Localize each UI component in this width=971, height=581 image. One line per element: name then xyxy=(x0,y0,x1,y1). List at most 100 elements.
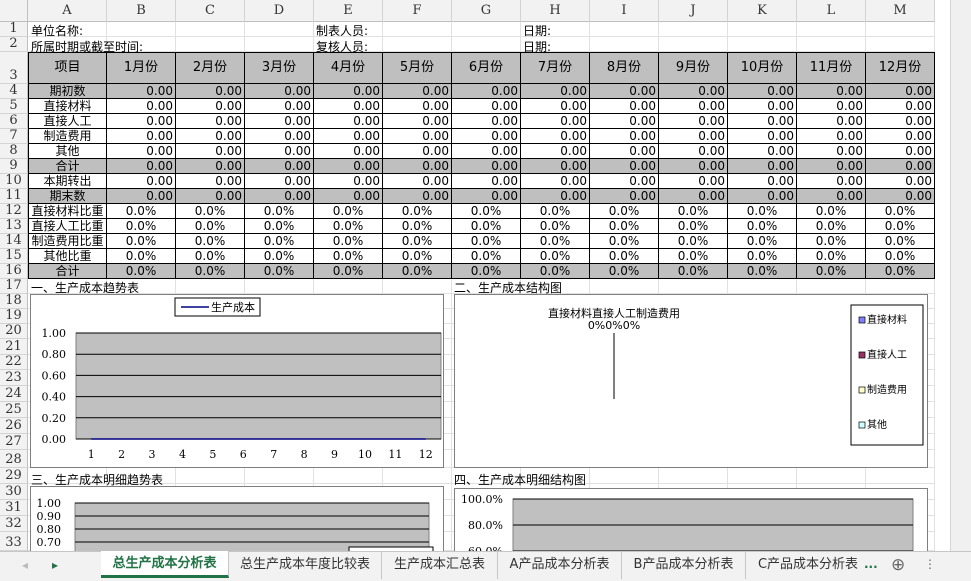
row-header-3[interactable]: 3 xyxy=(0,52,28,84)
sheet-cell[interactable] xyxy=(176,279,245,294)
column-header-D[interactable]: D xyxy=(245,0,314,22)
value-cell[interactable]: 0.0% xyxy=(659,234,728,249)
row-header-25[interactable]: 25 xyxy=(0,402,28,418)
column-header-K[interactable]: K xyxy=(728,0,797,22)
value-cell[interactable]: 0.00 xyxy=(866,159,935,174)
value-cell[interactable]: 0.00 xyxy=(521,129,590,144)
value-cell[interactable]: 0.00 xyxy=(452,84,521,99)
value-cell[interactable]: 0.00 xyxy=(176,174,245,189)
value-cell[interactable]: 0.0% xyxy=(590,219,659,234)
sheet-cell[interactable] xyxy=(245,22,314,37)
value-cell[interactable]: 0.00 xyxy=(314,189,383,204)
value-cell[interactable]: 0.00 xyxy=(866,84,935,99)
row-header-14[interactable]: 14 xyxy=(0,234,28,249)
value-cell[interactable]: 0.0% xyxy=(314,204,383,219)
sheet-cell[interactable] xyxy=(314,279,383,294)
value-cell[interactable]: 0.0% xyxy=(314,249,383,264)
value-cell[interactable]: 0.00 xyxy=(452,114,521,129)
value-cell[interactable]: 0.0% xyxy=(176,219,245,234)
row-header-18[interactable]: 18 xyxy=(0,294,28,309)
value-cell[interactable]: 0.00 xyxy=(728,99,797,114)
value-cell[interactable]: 0.00 xyxy=(866,144,935,159)
tab-bar-menu-icon[interactable]: ⋮ xyxy=(924,557,936,571)
value-cell[interactable]: 0.00 xyxy=(107,84,176,99)
value-cell[interactable]: 0.00 xyxy=(176,159,245,174)
value-cell[interactable]: 0.00 xyxy=(383,129,452,144)
value-cell[interactable]: 0.00 xyxy=(107,114,176,129)
value-cell[interactable]: 0.0% xyxy=(383,234,452,249)
table-header-month[interactable]: 4月份 xyxy=(314,52,383,84)
value-cell[interactable]: 0.00 xyxy=(797,84,866,99)
row-header-26[interactable]: 26 xyxy=(0,418,28,434)
row-label[interactable]: 制造费用比重 xyxy=(28,234,107,249)
row-header-32[interactable]: 32 xyxy=(0,516,28,532)
row-header-27[interactable]: 27 xyxy=(0,434,28,450)
value-cell[interactable]: 0.00 xyxy=(245,114,314,129)
value-cell[interactable]: 0.00 xyxy=(314,159,383,174)
value-cell[interactable]: 0.00 xyxy=(590,174,659,189)
tab-总生产成本分析表[interactable]: 总生产成本分析表 xyxy=(101,551,229,578)
sheet-cell[interactable] xyxy=(383,279,452,294)
tab-scroll-next-icon[interactable]: ▸ xyxy=(52,558,58,572)
sheet-cell[interactable] xyxy=(383,468,452,484)
add-sheet-icon[interactable]: ⊕ xyxy=(891,555,905,575)
value-cell[interactable]: 0.0% xyxy=(521,249,590,264)
value-cell[interactable]: 0.0% xyxy=(107,204,176,219)
sheet-cell[interactable] xyxy=(728,37,797,52)
value-cell[interactable]: 0.00 xyxy=(659,99,728,114)
table-header-month[interactable]: 5月份 xyxy=(383,52,452,84)
row-header-9[interactable]: 9 xyxy=(0,159,28,174)
sheet-cell[interactable] xyxy=(866,468,935,484)
row-header-20[interactable]: 20 xyxy=(0,324,28,339)
chart-cost-structure[interactable]: 直接材料直接人工制造费用 0%0%0% 直接材料 直接人工 制造费用 其他 xyxy=(454,294,928,468)
value-cell[interactable]: 0.00 xyxy=(728,159,797,174)
sheet-cell[interactable] xyxy=(797,279,866,294)
sheet-cell[interactable] xyxy=(866,37,935,52)
row-header-7[interactable]: 7 xyxy=(0,129,28,144)
sheet-cell[interactable] xyxy=(797,468,866,484)
row-header-6[interactable]: 6 xyxy=(0,114,28,129)
value-cell[interactable]: 0.0% xyxy=(521,264,590,279)
value-cell[interactable]: 0.0% xyxy=(314,264,383,279)
sheet-cell[interactable] xyxy=(245,468,314,484)
value-cell[interactable]: 0.0% xyxy=(659,249,728,264)
tab-B产品成本分析表[interactable]: B产品成本分析表 xyxy=(622,552,746,579)
sheet-cell[interactable] xyxy=(176,22,245,37)
value-cell[interactable]: 0.0% xyxy=(728,219,797,234)
sheet-cell[interactable] xyxy=(797,37,866,52)
table-header-month[interactable]: 7月份 xyxy=(521,52,590,84)
value-cell[interactable]: 0.0% xyxy=(107,264,176,279)
value-cell[interactable]: 0.00 xyxy=(107,159,176,174)
row-header-12[interactable]: 12 xyxy=(0,204,28,219)
value-cell[interactable]: 0.00 xyxy=(521,144,590,159)
row-header-16[interactable]: 16 xyxy=(0,264,28,279)
value-cell[interactable]: 0.00 xyxy=(797,144,866,159)
value-cell[interactable]: 0.00 xyxy=(245,159,314,174)
sheet-cell[interactable] xyxy=(383,37,452,52)
sheet-cell[interactable] xyxy=(452,22,521,37)
value-cell[interactable]: 0.00 xyxy=(452,174,521,189)
vertical-scrollbar[interactable] xyxy=(950,0,971,551)
table-header-month[interactable]: 9月份 xyxy=(659,52,728,84)
value-cell[interactable]: 0.0% xyxy=(245,264,314,279)
value-cell[interactable]: 0.00 xyxy=(107,144,176,159)
sheet-cell[interactable] xyxy=(590,37,659,52)
value-cell[interactable]: 0.00 xyxy=(659,114,728,129)
tab-总生产成本年度比较表[interactable]: 总生产成本年度比较表 xyxy=(229,552,382,579)
value-cell[interactable]: 0.0% xyxy=(797,204,866,219)
row-header-29[interactable]: 29 xyxy=(0,468,28,484)
sheet-cell[interactable] xyxy=(590,279,659,294)
value-cell[interactable]: 0.00 xyxy=(797,99,866,114)
chart-detail-trend[interactable]: 1.000.900.800.700.60 xyxy=(30,486,444,564)
value-cell[interactable]: 0.00 xyxy=(590,129,659,144)
value-cell[interactable]: 0.0% xyxy=(659,219,728,234)
value-cell[interactable]: 0.0% xyxy=(590,204,659,219)
value-cell[interactable]: 0.0% xyxy=(176,249,245,264)
table-header-month[interactable]: 1月份 xyxy=(107,52,176,84)
value-cell[interactable]: 0.00 xyxy=(176,84,245,99)
table-header-month[interactable]: 8月份 xyxy=(590,52,659,84)
value-cell[interactable]: 0.00 xyxy=(383,189,452,204)
sheet-cell[interactable] xyxy=(590,468,659,484)
value-cell[interactable]: 0.00 xyxy=(590,84,659,99)
value-cell[interactable]: 0.00 xyxy=(314,144,383,159)
